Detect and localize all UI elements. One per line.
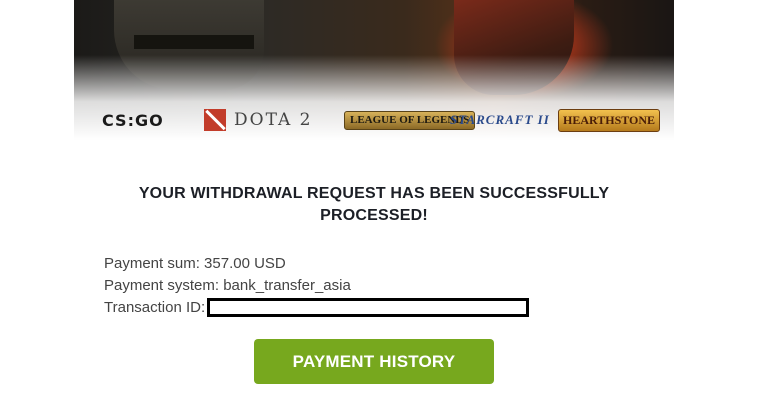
payment-sum-label: Payment sum: bbox=[104, 255, 200, 272]
payment-details: Payment sum: 357.00 USD Payment system: … bbox=[104, 253, 530, 319]
transaction-id-row: Transaction ID: bbox=[104, 297, 530, 319]
payment-sum-value: 357.00 USD bbox=[204, 255, 286, 272]
payment-system-label: Payment system: bbox=[104, 277, 220, 294]
transaction-id-label: Transaction ID: bbox=[104, 299, 206, 316]
hearthstone-logo: HEARTHSTONE bbox=[558, 100, 661, 140]
dota2-logo: DOTA 2 bbox=[204, 100, 312, 140]
success-headline: YOUR WITHDRAWAL REQUEST HAS BEEN SUCCESS… bbox=[138, 185, 610, 224]
payment-history-button[interactable]: PAYMENT HISTORY bbox=[254, 339, 494, 384]
payment-system-row: Payment system: bank_transfer_asia bbox=[104, 275, 529, 297]
dota2-icon bbox=[204, 109, 226, 131]
starcraft-logo-text: STARCRAFT II bbox=[450, 112, 550, 127]
csgo-logo-text: CS:GO bbox=[102, 110, 164, 130]
payment-system-value: bank_transfer_asia bbox=[223, 277, 351, 294]
csgo-logo: CS:GO bbox=[102, 100, 164, 140]
game-logos-row: CS:GO DOTA 2 LEAGUE OF LEGENDS STARCRAFT… bbox=[74, 100, 674, 140]
hearthstone-logo-text: HEARTHSTONE bbox=[558, 108, 661, 132]
payment-sum-row: Payment sum: 357.00 USD bbox=[104, 253, 529, 275]
email-body: CS:GO DOTA 2 LEAGUE OF LEGENDS STARCRAFT… bbox=[74, 0, 674, 402]
starcraft2-logo: STARCRAFT II bbox=[450, 100, 550, 140]
redacted-transaction-id bbox=[207, 298, 530, 317]
dota2-logo-text: DOTA 2 bbox=[234, 110, 313, 130]
